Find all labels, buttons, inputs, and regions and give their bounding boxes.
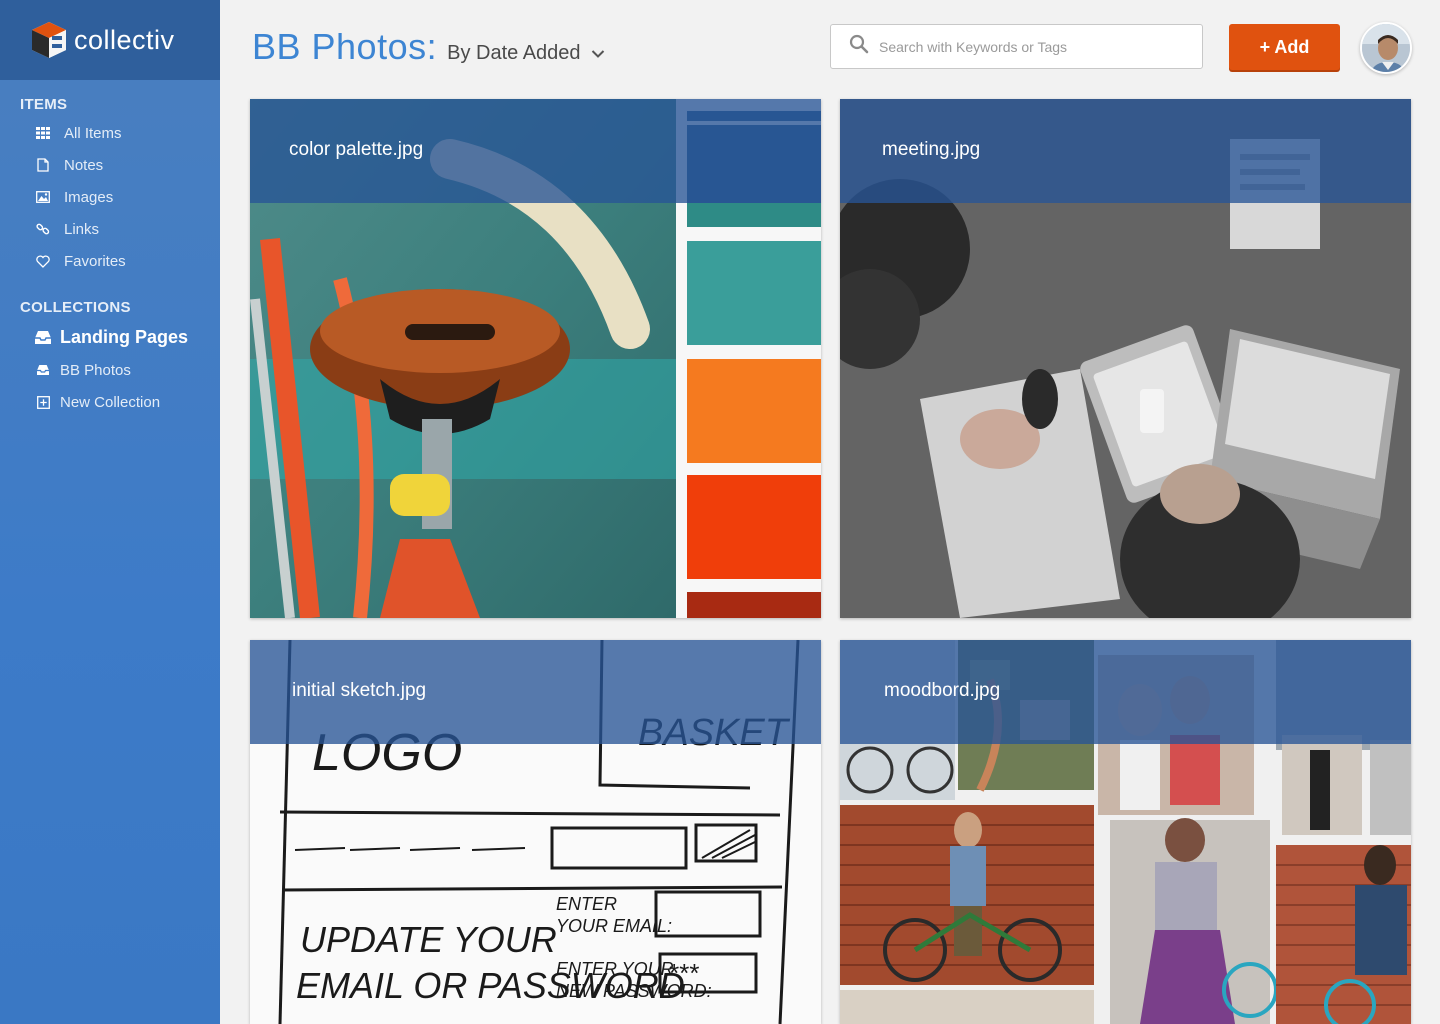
sketch-pw-mask: *** [668, 958, 699, 988]
sidebar-item-images[interactable]: Images [0, 181, 220, 213]
plus-square-icon [36, 395, 50, 409]
sketch-enter-email-2: YOUR EMAIL: [556, 916, 672, 936]
logo[interactable]: collectiv [0, 0, 220, 80]
sidebar-item-favorites[interactable]: Favorites [0, 245, 220, 277]
card-moodbord[interactable]: moodbord.jpg [840, 640, 1411, 1024]
sidebar-item-label: All Items [64, 124, 122, 142]
app-name: collectiv [74, 24, 175, 55]
image-icon [36, 190, 50, 204]
sidebar-item-notes[interactable]: Notes [0, 149, 220, 181]
chevron-down-icon[interactable] [591, 46, 605, 58]
avatar[interactable] [1360, 22, 1412, 74]
page-title: BB Photos: [252, 26, 438, 67]
collectiv-logo-icon [30, 20, 68, 60]
document-icon [36, 158, 50, 172]
heart-icon [36, 254, 50, 268]
collections-section-title: COLLECTIONS [20, 299, 131, 316]
sidebar-collection-new[interactable]: New Collection [0, 386, 220, 418]
inbox-icon [36, 363, 50, 377]
grid-icon [36, 126, 50, 140]
sidebar-item-links[interactable]: Links [0, 213, 220, 245]
sidebar-collection-landing-pages[interactable]: Landing Pages [0, 320, 220, 354]
search-box[interactable] [830, 24, 1203, 69]
sidebar-item-label: Favorites [64, 252, 126, 270]
sidebar-item-all-items[interactable]: All Items [0, 117, 220, 149]
sketch-enter-pw-1: ENTER YOUR [556, 959, 674, 979]
card-title: moodbord.jpg [884, 680, 1001, 701]
inbox-icon [34, 329, 52, 345]
collection-label: BB Photos [60, 361, 131, 379]
link-icon [36, 222, 50, 236]
sidebar-item-label: Images [64, 188, 114, 206]
card-title: meeting.jpg [882, 139, 981, 160]
card-meeting[interactable]: meeting.jpg [840, 99, 1411, 618]
sketch-update-text: UPDATE YOUR [300, 919, 557, 960]
page-header: BB Photos: By Date Added [252, 26, 605, 68]
collection-label: New Collection [60, 393, 161, 411]
search-icon [849, 34, 869, 59]
card-initial-sketch[interactable]: LOGO BASKET UPDATE YOUR EMAIL OR PASSWOR… [250, 640, 821, 1024]
items-section-title: ITEMS [20, 96, 68, 113]
add-button[interactable]: + Add [1229, 24, 1340, 70]
sort-dropdown[interactable]: By Date Added [447, 42, 580, 65]
sidebar-collection-bb-photos[interactable]: BB Photos [0, 354, 220, 386]
card-color-palette[interactable]: color palette.jpg [250, 99, 821, 618]
card-title: initial sketch.jpg [292, 680, 427, 701]
collection-label: Landing Pages [60, 326, 189, 347]
search-input[interactable] [879, 38, 1179, 55]
card-title: color palette.jpg [289, 139, 424, 160]
sidebar: collectiv ITEMS All Items Notes Images L… [0, 0, 220, 1024]
sidebar-item-label: Notes [64, 156, 104, 174]
sidebar-item-label: Links [64, 220, 100, 238]
sketch-enter-email-1: ENTER [556, 894, 617, 914]
